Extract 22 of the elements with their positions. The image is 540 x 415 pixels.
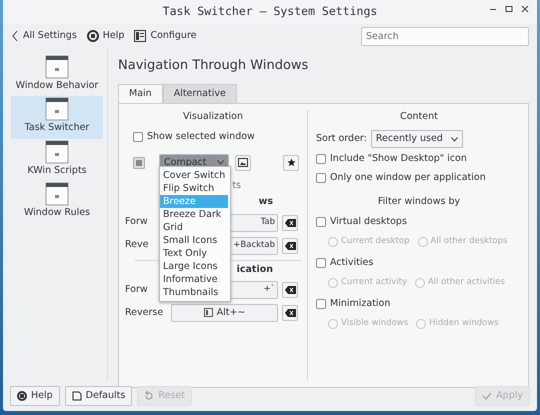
section-heading: ws	[258, 195, 273, 210]
group-title: Filter windows by	[376, 194, 462, 209]
radio-label: Current desktop	[341, 235, 410, 248]
page-heading: Navigation Through Windows	[118, 57, 310, 75]
window-title: Task Switcher — System Settings	[162, 3, 378, 20]
shortcut-label: Reverse	[125, 306, 164, 320]
checkbox-label: Include "Show Desktop" icon	[330, 152, 467, 166]
radio-label: Current activity	[341, 276, 407, 289]
section-heading: ication	[236, 262, 273, 276]
group-title: Visualization	[182, 110, 244, 124]
field-label: Sort order:	[316, 132, 367, 146]
checkbox-label: Only one window per application	[330, 170, 486, 184]
checkbox-label: Show selected window	[147, 130, 255, 144]
checkbox-label: Virtual desktops	[330, 215, 407, 229]
radio-label: Visible windows	[341, 317, 408, 330]
radio-label: All other activities	[428, 276, 505, 289]
caption-text: ts	[232, 179, 241, 194]
checkbox-label: Activities	[330, 256, 374, 270]
group-title: Content	[399, 110, 439, 124]
radio-label: All other desktops	[430, 235, 508, 248]
radio-label: Hidden windows	[429, 317, 499, 330]
checkbox-label: Minimization	[330, 297, 390, 311]
